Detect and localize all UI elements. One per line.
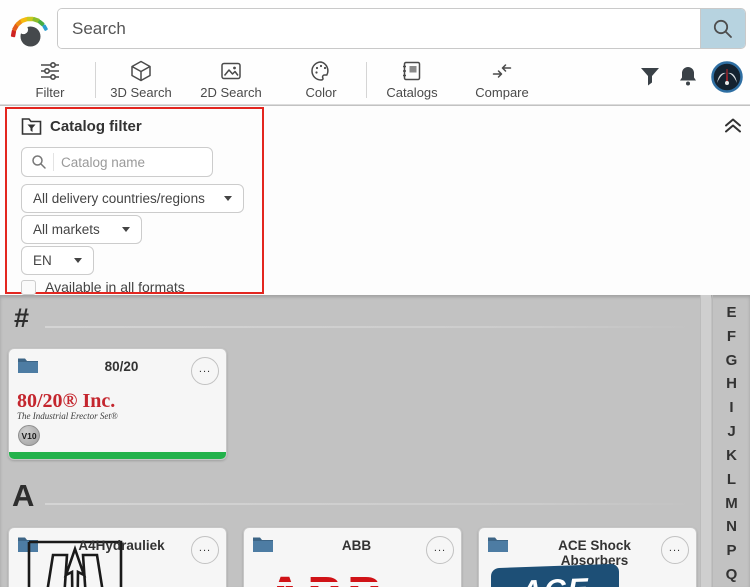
chevron-down-icon	[74, 258, 82, 263]
folder-icon	[18, 358, 38, 373]
binder-icon	[403, 61, 421, 81]
toolbar: Filter 3D Search 2D Search Color Catalog…	[5, 56, 547, 103]
logo-text-secondary: The Industrial Erector Set®	[17, 411, 118, 421]
catalog-name-input[interactable]	[61, 154, 212, 170]
sliders-icon	[41, 61, 59, 81]
section-heading-a: A	[12, 478, 35, 513]
language-dropdown[interactable]: EN	[21, 246, 94, 275]
brand-logo[interactable]	[6, 6, 54, 52]
markets-dropdown[interactable]: All markets	[21, 215, 142, 244]
formats-checkbox-row: Available in all formats	[21, 279, 185, 295]
alphabet-letter[interactable]: F	[727, 325, 736, 349]
cube-icon	[131, 60, 151, 82]
toolbar-label: 3D Search	[110, 85, 172, 100]
catalog-grid: # 80/20 ... 80/20® Inc. The Industrial E…	[0, 295, 750, 587]
folder-icon	[253, 537, 273, 552]
toolbar-item-filter[interactable]: Filter	[5, 58, 95, 102]
section-heading-hash: #	[14, 303, 30, 333]
catalog-filter-header: Catalog filter	[21, 117, 142, 136]
collapse-panel-button[interactable]	[722, 114, 744, 136]
search-icon	[713, 19, 732, 38]
card-logo-8020: 80/20® Inc. The Industrial Erector Set®	[17, 391, 118, 422]
search-button[interactable]	[700, 9, 745, 48]
alphabet-letter[interactable]: M	[725, 492, 738, 516]
toolbar-item-compare[interactable]: Compare	[457, 58, 547, 102]
version-badge: V10	[18, 425, 40, 446]
alphabet-letter[interactable]: L	[727, 468, 736, 492]
folder-filter-icon	[21, 118, 42, 135]
progress-bar	[9, 452, 226, 459]
catalog-card-ace[interactable]: ACE Shock Absorbers ... ACE	[478, 527, 697, 587]
filter-funnel-icon[interactable]	[639, 65, 661, 87]
brand-logo-icon	[10, 16, 48, 47]
toolbar-label: Filter	[35, 85, 65, 100]
alphabet-letter[interactable]: Q	[726, 563, 738, 587]
notifications-bell-icon[interactable]	[676, 64, 700, 88]
catalog-card-abb[interactable]: ABB ... ABB	[243, 527, 462, 587]
toolbar-item-3d-search[interactable]: 3D Search	[96, 58, 186, 102]
folder-icon	[488, 537, 508, 552]
section-divider	[45, 503, 695, 505]
vertical-scrollbar[interactable]	[700, 295, 711, 587]
alphabet-letter[interactable]: I	[729, 396, 733, 420]
app-window: Filter 3D Search	[0, 0, 750, 587]
card-menu-button[interactable]: ...	[426, 536, 454, 564]
toolbar-label: Compare	[475, 85, 529, 100]
alphabet-letter[interactable]: N	[726, 515, 737, 539]
toolbar-right	[635, 56, 750, 103]
card-title: ABB	[341, 538, 372, 553]
search-icon	[22, 154, 53, 170]
dropdown-value: All markets	[33, 222, 100, 237]
dropdown-value: EN	[33, 253, 52, 268]
card-menu-button[interactable]: ...	[191, 536, 219, 564]
section-divider	[45, 326, 695, 328]
card-title: A4Hydrauliek	[78, 538, 165, 553]
palette-icon	[311, 61, 329, 81]
chevron-down-icon	[224, 196, 232, 201]
double-chevron-up-icon	[725, 118, 741, 133]
logo-text-primary: 80/20® Inc.	[17, 390, 116, 412]
dropdown-value: All delivery countries/regions	[33, 191, 205, 206]
toolbar-item-catalogs[interactable]: Catalogs	[367, 58, 457, 102]
toolbar-label: Catalogs	[386, 85, 438, 100]
catalog-card-8020[interactable]: 80/20 ... 80/20® Inc. The Industrial Ere…	[8, 348, 227, 460]
top-bar: Filter 3D Search	[0, 0, 750, 105]
toolbar-item-color[interactable]: Color	[276, 58, 366, 102]
image-icon	[221, 62, 241, 80]
card-title: 80/20	[104, 359, 139, 374]
search-input[interactable]	[58, 9, 700, 48]
toolbar-label: Color	[305, 85, 337, 100]
logo-stripe	[264, 582, 392, 586]
catalog-filter-title: Catalog filter	[50, 118, 142, 135]
alphabet-letter[interactable]: K	[726, 444, 737, 468]
abb-logo: ABB	[264, 566, 392, 587]
card-menu-button[interactable]: ...	[191, 357, 219, 385]
checkbox-label: Available in all formats	[45, 279, 185, 295]
catalog-name-search	[21, 147, 213, 177]
toolbar-label: 2D Search	[200, 85, 262, 100]
global-search	[57, 8, 746, 49]
ace-logo: ACE	[491, 563, 619, 587]
available-formats-checkbox[interactable]	[21, 279, 36, 295]
alphabet-letter[interactable]: J	[727, 420, 735, 444]
chevron-down-icon	[122, 227, 130, 232]
compare-arrows-icon	[492, 64, 512, 78]
alphabet-letter[interactable]: H	[726, 372, 737, 396]
delivery-countries-dropdown[interactable]: All delivery countries/regions	[21, 184, 244, 213]
filter-panel-zone: Catalog filter All delivery countries/re…	[0, 106, 750, 295]
alphabet-index-rail: E F G H I J K L M N P Q	[712, 295, 750, 587]
catalog-card-a4hydrauliek[interactable]: A4Hydrauliek ...	[8, 527, 227, 587]
toolbar-item-2d-search[interactable]: 2D Search	[186, 58, 276, 102]
alphabet-letter[interactable]: E	[726, 301, 736, 325]
card-title: ACE Shock Absorbers	[558, 538, 631, 568]
alphabet-letter[interactable]: G	[726, 349, 738, 373]
input-divider	[53, 153, 54, 171]
alphabet-letter[interactable]: P	[726, 539, 736, 563]
user-avatar[interactable]	[711, 61, 743, 93]
ace-logo-text: ACE	[520, 573, 589, 587]
card-menu-button[interactable]: ...	[661, 536, 689, 564]
catalog-filter-panel: Catalog filter All delivery countries/re…	[5, 107, 264, 295]
